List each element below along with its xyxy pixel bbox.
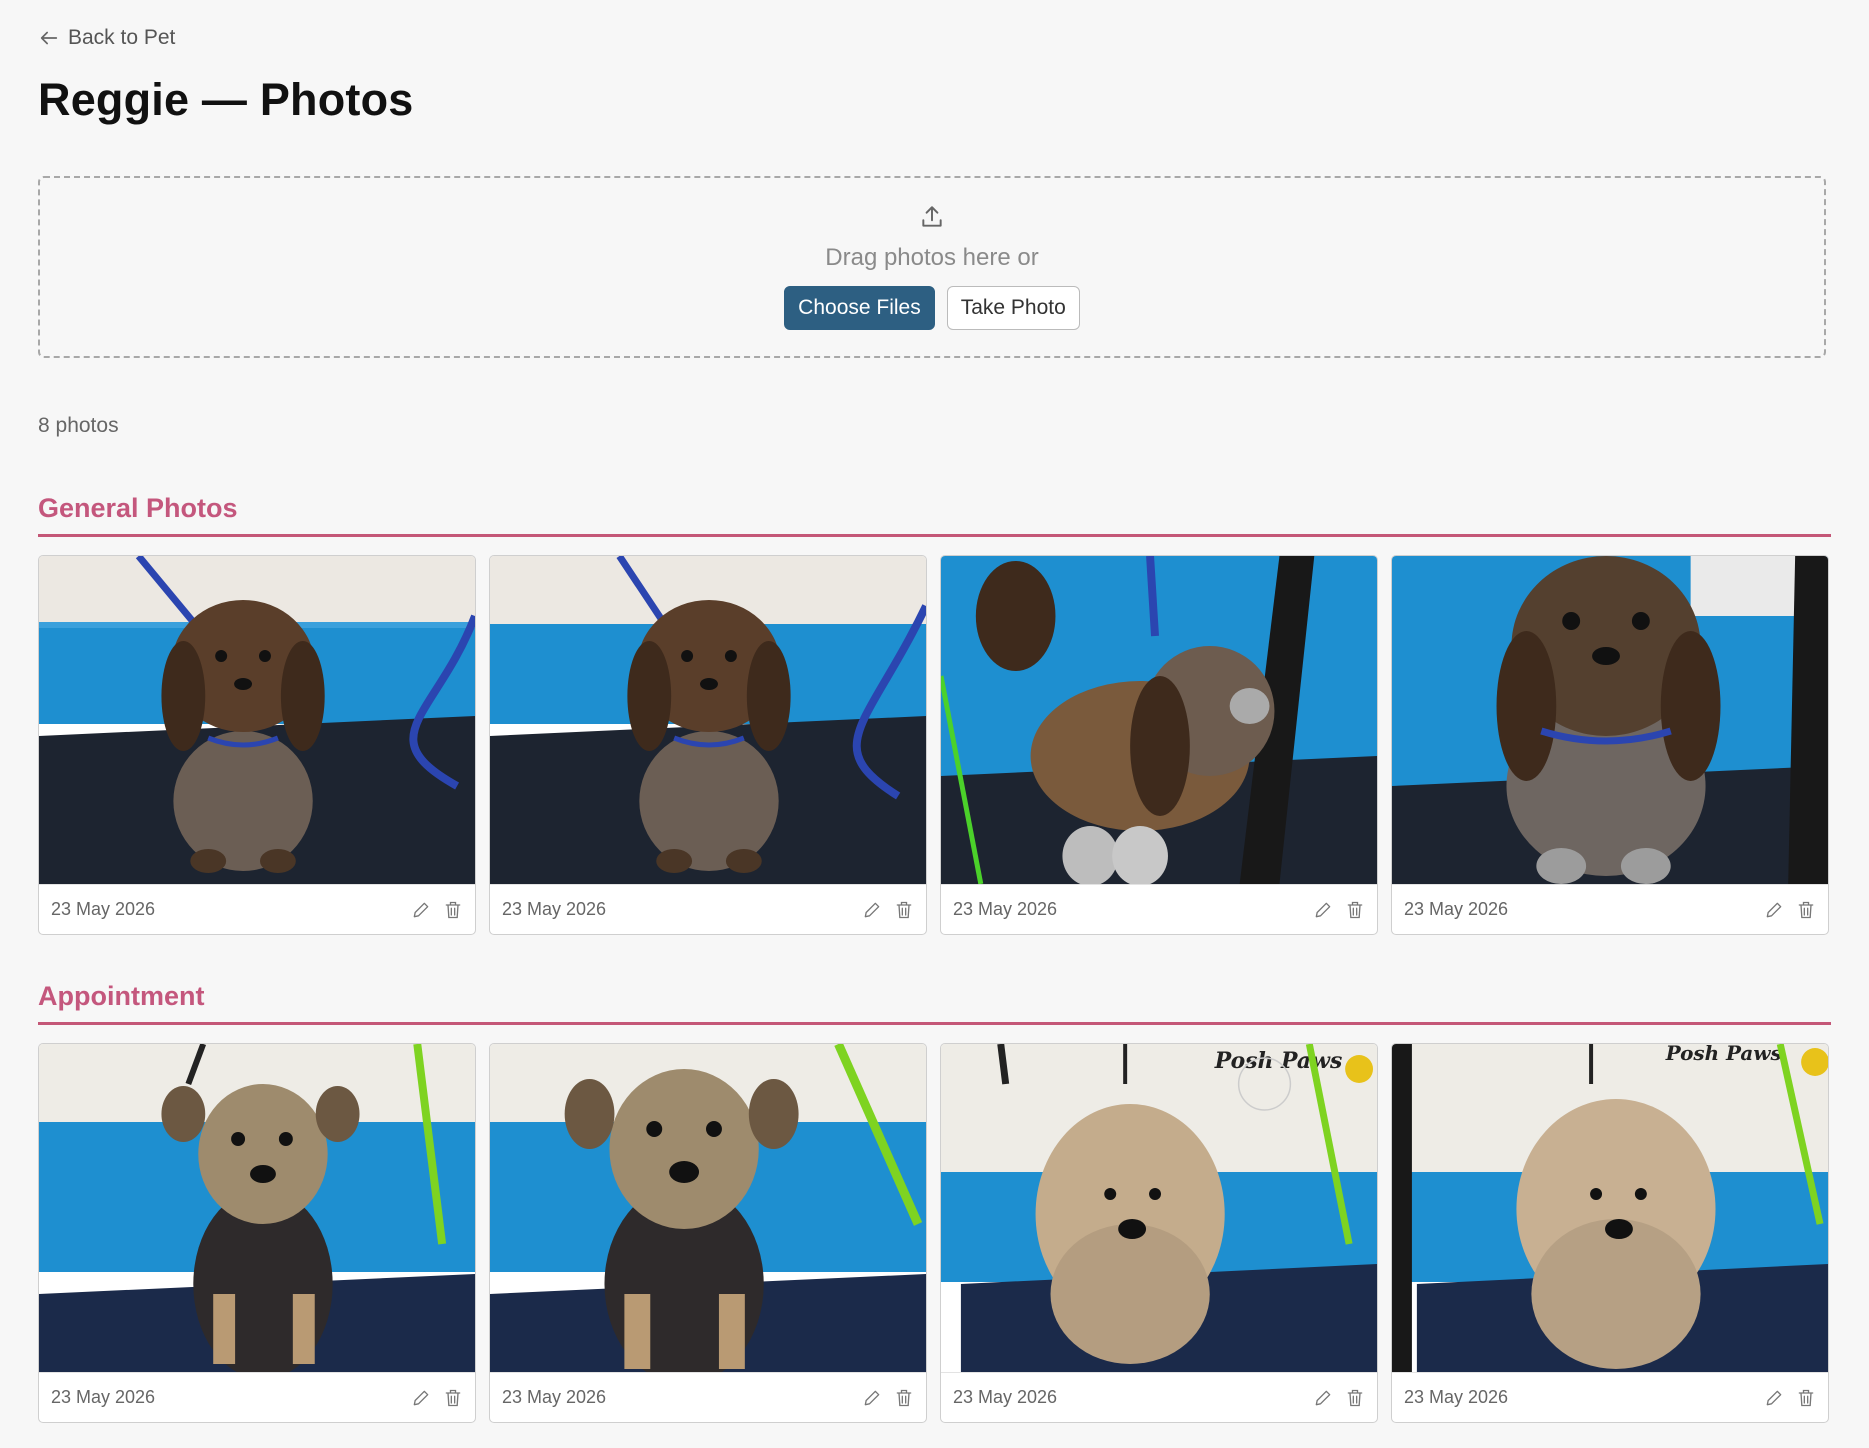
photo-thumbnail[interactable]: Posh Paws — [941, 1044, 1377, 1372]
back-link-label: Back to Pet — [68, 26, 176, 49]
pencil-icon[interactable] — [1764, 899, 1784, 921]
pencil-icon[interactable] — [862, 899, 882, 921]
photo-thumbnail[interactable] — [39, 556, 475, 884]
photo-thumbnail[interactable] — [490, 1044, 926, 1372]
photo-date: 23 May 2026 — [51, 899, 156, 919]
photo-grid: 23 May 2026 — [38, 555, 1831, 935]
dog-photo-image — [39, 556, 475, 884]
pencil-icon[interactable] — [411, 1387, 431, 1409]
pencil-icon[interactable] — [411, 899, 431, 921]
trash-icon[interactable] — [1345, 899, 1365, 921]
dropzone-prompt: Drag photos here or — [825, 244, 1039, 271]
dog-photo-image — [490, 556, 926, 884]
dog-photo-image: Posh Paws — [1392, 1044, 1828, 1372]
dog-photo-image — [39, 1044, 475, 1372]
dog-photo-image — [941, 556, 1377, 884]
pencil-icon[interactable] — [1313, 1387, 1333, 1409]
trash-icon[interactable] — [894, 899, 914, 921]
trash-icon[interactable] — [1796, 1387, 1816, 1409]
trash-icon[interactable] — [1345, 1387, 1365, 1409]
photo-card: 23 May 2026 — [489, 555, 927, 935]
photo-card: Posh Paws 23 May 2026 — [1391, 1043, 1829, 1423]
page-title: Reggie — Photos — [38, 74, 414, 125]
trash-icon[interactable] — [443, 1387, 463, 1409]
photos-page: Back to Pet Reggie — Photos Drag photos … — [0, 0, 1869, 1448]
photo-grid: 23 May 2026 — [38, 1043, 1831, 1423]
choose-files-button[interactable]: Choose Files — [784, 286, 935, 330]
trash-icon[interactable] — [1796, 899, 1816, 921]
salon-sign: Posh Paws — [1665, 1044, 1782, 1065]
arrow-left-icon — [40, 31, 58, 45]
section-appointment: Appointment 23 May 2026 23 May 2026 Posh… — [38, 976, 1831, 1423]
dog-photo-image: Posh Paws — [941, 1044, 1377, 1372]
back-to-pet-link[interactable]: Back to Pet — [38, 26, 175, 50]
photo-card: 23 May 2026 — [38, 555, 476, 935]
pencil-icon[interactable] — [1313, 899, 1333, 921]
photo-date: 23 May 2026 — [502, 899, 607, 919]
photo-date: 23 May 2026 — [953, 899, 1058, 919]
photo-thumbnail[interactable] — [490, 556, 926, 884]
section-divider — [38, 1022, 1831, 1025]
section-title: General Photos — [38, 493, 238, 523]
photo-thumbnail[interactable] — [941, 556, 1377, 884]
section-general-photos: General Photos 23 May 2026 23 May 2026 2… — [38, 488, 1831, 935]
trash-icon[interactable] — [894, 1387, 914, 1409]
photo-card: Posh Paws 23 May 2026 — [940, 1043, 1378, 1423]
photo-date: 23 May 2026 — [1404, 1387, 1509, 1407]
upload-icon — [922, 206, 942, 227]
photo-thumbnail[interactable]: Posh Paws — [1392, 1044, 1828, 1372]
photo-thumbnail[interactable] — [1392, 556, 1828, 884]
take-photo-button[interactable]: Take Photo — [946, 286, 1080, 330]
pencil-icon[interactable] — [1764, 1387, 1784, 1409]
photo-date: 23 May 2026 — [1404, 899, 1509, 919]
dog-photo-image — [1392, 556, 1828, 884]
photo-date: 23 May 2026 — [51, 1387, 156, 1407]
dog-photo-image — [490, 1044, 926, 1372]
photo-date: 23 May 2026 — [502, 1387, 607, 1407]
photo-date: 23 May 2026 — [953, 1387, 1058, 1407]
photo-card: 23 May 2026 — [38, 1043, 476, 1423]
trash-icon[interactable] — [443, 899, 463, 921]
photo-count: 8 photos — [38, 414, 119, 437]
section-divider — [38, 534, 1831, 537]
photo-card: 23 May 2026 — [489, 1043, 927, 1423]
photo-thumbnail[interactable] — [39, 1044, 475, 1372]
photo-dropzone[interactable]: Drag photos here or Choose Files Take Ph… — [38, 176, 1826, 358]
photo-card: 23 May 2026 — [1391, 555, 1829, 935]
section-title: Appointment — [38, 981, 205, 1011]
pencil-icon[interactable] — [862, 1387, 882, 1409]
photo-card: 23 May 2026 — [940, 555, 1378, 935]
